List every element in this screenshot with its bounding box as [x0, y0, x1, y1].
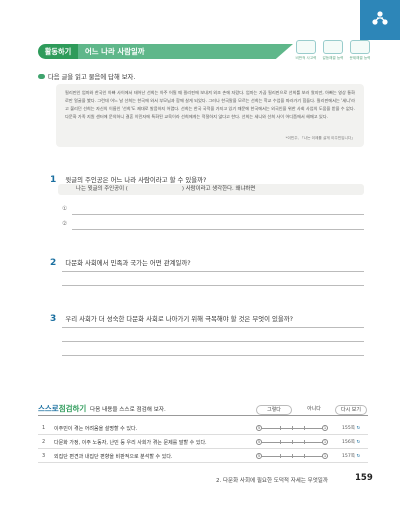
self-check-title-b: 점검하기: [58, 404, 87, 413]
scale-high[interactable]: 5: [256, 439, 262, 445]
scale-low[interactable]: 1: [322, 425, 328, 431]
question-text: 다문화 사회에서 민족과 국가는 어떤 관계일까?: [65, 259, 191, 267]
row-text: 이주민이 겪는 어려움을 설명할 수 있다.: [54, 426, 138, 432]
section-footer: 2. 다문화 사회에 필요한 도덕적 자세는 무엇일까: [216, 478, 328, 484]
question-text: 우리 사회가 더 성숙한 다문화 사회로 나아가기 위해 극복해야 할 것은 무…: [65, 315, 294, 323]
instruction: 다음 글을 읽고 물음에 답해 보자.: [48, 74, 136, 81]
activity-tag: 활동하기: [38, 44, 78, 59]
passage-source: *이민주, 「나는 이제를 살게 이주민입니다」: [285, 136, 355, 141]
rating-scale[interactable]: 5 1: [256, 453, 328, 459]
people-icon: [372, 11, 388, 25]
prompt-start: 나는 윗글의 주인공이 (: [76, 186, 128, 192]
review-link[interactable]: 155쪽 ↻: [342, 425, 360, 431]
review-link[interactable]: 157쪽 ↻: [342, 453, 360, 459]
col-yes: 그렇다: [256, 405, 292, 415]
competency-label: 갈등해결 능력: [322, 56, 344, 60]
prompt-end: ) 사람이라고 생각한다. 왜냐하면: [181, 186, 256, 192]
question-number: 1: [50, 175, 57, 185]
page-number: 159: [355, 473, 373, 483]
scale-high[interactable]: 5: [256, 425, 262, 431]
answer-line[interactable]: [72, 229, 364, 230]
competency-icon: [296, 40, 316, 54]
answer-line[interactable]: [72, 214, 364, 215]
scale-low[interactable]: 1: [322, 453, 328, 459]
scale-low[interactable]: 1: [322, 439, 328, 445]
arrow-icon: ↻: [356, 426, 361, 431]
review-page: 156쪽: [342, 440, 355, 445]
rating-scale[interactable]: 5 1: [256, 425, 328, 431]
review-page: 155쪽: [342, 426, 355, 431]
answer-line[interactable]: [62, 271, 364, 272]
arrow-icon: ↻: [356, 454, 361, 459]
question-3: 3 우리 사회가 더 성숙한 다문화 사회로 나아가기 위해 극복해야 할 것은…: [50, 306, 293, 325]
answer-line[interactable]: [62, 327, 364, 328]
answer-mark-2: ②: [62, 221, 68, 227]
competency-icon: [350, 40, 370, 54]
review-link[interactable]: 156쪽 ↻: [342, 439, 360, 445]
competency-label: 비판적 사고력: [295, 56, 317, 60]
row-number: 2: [42, 439, 46, 445]
arrow-icon: ↻: [356, 440, 361, 445]
passage-text: 필리핀인 엄마와 한국인 아빠 사이에서 태어난 선희는 아주 어릴 때 필리핀…: [65, 90, 355, 119]
answer-prompt[interactable]: 나는 윗글의 주인공이 ( ) 사람이라고 생각한다. 왜냐하면: [58, 184, 364, 195]
row-text: 다문화 가정, 이주 노동자, 난민 등 우리 사회가 겪는 문제를 말할 수 …: [54, 440, 207, 446]
activity-title: 어느 나라 사람일까: [78, 44, 293, 59]
self-check-title: 스스로점검하기: [38, 403, 86, 414]
answer-line[interactable]: [62, 341, 364, 342]
table-row: 2 다문화 가정, 이주 노동자, 난민 등 우리 사회가 겪는 문제를 말할 …: [38, 436, 368, 449]
answer-mark-1: ①: [62, 206, 68, 212]
review-page: 157쪽: [342, 454, 355, 459]
row-number: 1: [42, 425, 46, 431]
col-no: 아니다: [307, 406, 321, 412]
question-2: 2 다문화 사회에서 민족과 국가는 어떤 관계일까?: [50, 250, 191, 269]
table-row: 3 외집단 편견과 내집단 편향을 비판적으로 분석할 수 있다. 5 1 15…: [38, 450, 368, 463]
answer-line[interactable]: [62, 285, 364, 286]
competency-label: 문제해결 능력: [349, 56, 371, 60]
bullet-icon: [38, 74, 45, 79]
question-number: 3: [50, 314, 57, 324]
competency-icon: [323, 40, 343, 54]
question-number: 2: [50, 258, 57, 268]
row-number: 3: [42, 453, 46, 459]
row-text: 외집단 편견과 내집단 편향을 비판적으로 분석할 수 있다.: [54, 454, 173, 460]
question-text: 윗글의 주인공은 어느 나라 사람이라고 할 수 있을까?: [65, 176, 207, 184]
corner-tab: [360, 0, 400, 40]
reading-passage: 필리핀인 엄마와 한국인 아빠 사이에서 태어난 선희는 아주 어릴 때 필리핀…: [56, 84, 364, 147]
col-review: 다시 보기: [335, 405, 367, 415]
table-row: 1 이주민이 겪는 어려움을 설명할 수 있다. 5 1 155쪽 ↻: [38, 422, 368, 435]
self-check-title-a: 스스로: [38, 404, 59, 413]
scale-high[interactable]: 5: [256, 453, 262, 459]
self-check-desc: 다음 내용을 스스로 점검해 보자.: [90, 407, 166, 413]
rating-scale[interactable]: 5 1: [256, 439, 328, 445]
divider: [38, 415, 368, 416]
answer-line[interactable]: [62, 355, 364, 356]
